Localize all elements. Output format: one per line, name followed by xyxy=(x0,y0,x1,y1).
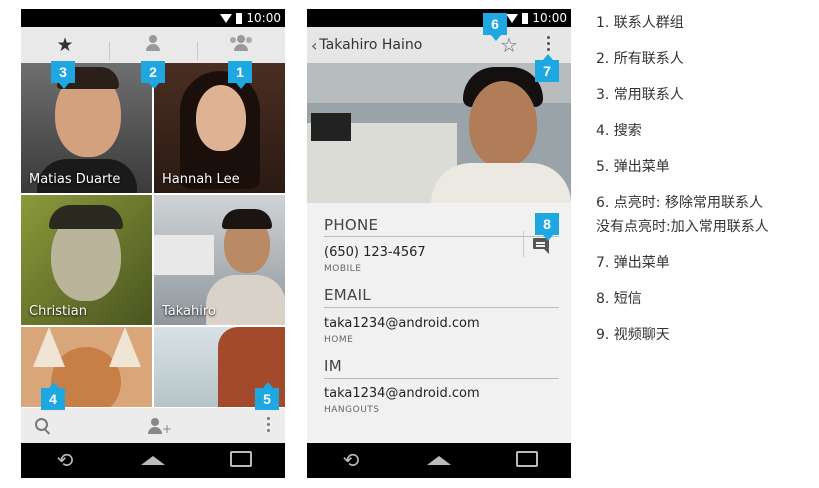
recents-nav-icon[interactable] xyxy=(221,443,261,478)
tab-bar: ★ xyxy=(21,27,285,63)
recents-nav-icon[interactable] xyxy=(507,443,547,478)
section-header-phone: PHONE xyxy=(324,216,379,234)
contact-photo xyxy=(196,85,246,151)
contact-photo-shirt xyxy=(206,275,285,325)
section-divider xyxy=(324,307,559,308)
person-icon xyxy=(146,35,160,51)
legend-item: 6. 点亮时: 移除常用联系人 xyxy=(596,195,763,211)
legend-item: 4. 搜索 xyxy=(596,123,642,139)
tab-divider xyxy=(197,42,198,60)
contact-tile[interactable]: Takahiro xyxy=(154,195,285,325)
phone-type: MOBILE xyxy=(324,264,362,274)
contact-photo-dog-ear xyxy=(109,327,141,367)
home-nav-icon[interactable] xyxy=(133,443,173,478)
tab-all-contacts[interactable] xyxy=(109,34,197,60)
contact-tile[interactable]: Christian xyxy=(21,195,152,325)
action-divider xyxy=(523,231,524,257)
section-header-im: IM xyxy=(324,357,342,375)
callout-badge-6: 6 xyxy=(483,13,507,41)
action-bar: ‹ Takahiro Haino ☆ xyxy=(307,27,571,63)
overflow-menu-icon[interactable] xyxy=(267,416,271,435)
legend-item: 5. 弹出菜单 xyxy=(596,159,670,175)
tab-groups[interactable] xyxy=(197,34,285,60)
callout-badge-5: 5 xyxy=(255,382,279,410)
group-icon xyxy=(230,35,252,51)
favorite-star-icon[interactable]: ☆ xyxy=(500,33,518,57)
wifi-icon xyxy=(220,14,233,23)
contact-tile[interactable]: Matias Duarte xyxy=(21,63,152,193)
email-type: HOME xyxy=(324,335,354,345)
tab-favorites[interactable]: ★ xyxy=(21,34,109,56)
status-bar: 10:00 xyxy=(307,9,571,27)
contact-photo-hair xyxy=(49,205,123,229)
callout-badge-8: 8 xyxy=(535,213,559,241)
im-address[interactable]: taka1234@android.com xyxy=(324,386,480,401)
phone-number[interactable]: (650) 123-4567 xyxy=(324,245,426,260)
section-header-email: EMAIL xyxy=(324,286,371,304)
legend-item: 3. 常用联系人 xyxy=(596,87,684,103)
legend-item: 没有点亮时:加入常用联系人 xyxy=(596,219,769,235)
legend-item: 1. 联系人群组 xyxy=(596,15,684,31)
im-type: HANGOUTS xyxy=(324,405,380,415)
contact-title: Takahiro Haino xyxy=(319,37,423,53)
overflow-menu-icon[interactable] xyxy=(547,36,551,54)
star-icon: ★ xyxy=(56,34,74,56)
wifi-icon xyxy=(506,14,519,23)
section-divider xyxy=(324,378,559,379)
status-bar: 10:00 xyxy=(21,9,285,27)
callout-badge-1: 1 xyxy=(228,61,252,89)
callout-badge-4: 4 xyxy=(41,382,65,410)
contact-name: Christian xyxy=(29,304,87,319)
contact-photo-bg xyxy=(154,235,214,275)
navigation-bar: ⟲ xyxy=(307,443,571,478)
callout-badge-2: 2 xyxy=(141,61,165,89)
photo-laptop xyxy=(311,113,351,141)
photo-shirt xyxy=(431,163,571,203)
phone-contact-detail: 10:00 ‹ Takahiro Haino ☆ PHONE (650) 123… xyxy=(307,9,571,478)
bottom-action-bar: + xyxy=(21,408,285,443)
back-chevron-icon[interactable]: ‹ xyxy=(307,36,317,55)
back-nav-icon[interactable]: ⟲ xyxy=(45,443,85,478)
contact-name: Matias Duarte xyxy=(29,172,121,187)
tab-divider xyxy=(109,42,110,60)
legend-item: 8. 短信 xyxy=(596,291,642,307)
contacts-grid: Matias Duarte Hannah Lee Christian Takah… xyxy=(21,63,285,408)
contact-photo-hair xyxy=(222,209,272,229)
photo-face xyxy=(469,81,537,167)
clock: 10:00 xyxy=(532,11,567,25)
battery-icon xyxy=(522,12,529,24)
contact-name: Takahiro xyxy=(162,304,216,319)
navigation-bar: ⟲ xyxy=(21,443,285,478)
legend-item: 7. 弹出菜单 xyxy=(596,255,670,271)
contact-photo-dog-ear xyxy=(33,327,65,367)
contact-details: PHONE (650) 123-4567 MOBILE EMAIL taka12… xyxy=(307,203,571,443)
callout-badge-7: 7 xyxy=(535,54,559,82)
battery-icon xyxy=(236,12,243,24)
legend-item: 9. 视频聊天 xyxy=(596,327,670,343)
contact-photo xyxy=(307,63,571,203)
legend-item: 2. 所有联系人 xyxy=(596,51,684,67)
email-address[interactable]: taka1234@android.com xyxy=(324,316,480,331)
add-contact-icon[interactable]: + xyxy=(148,417,172,436)
clock: 10:00 xyxy=(246,11,281,25)
callout-badge-3: 3 xyxy=(51,61,75,89)
contact-name: Hannah Lee xyxy=(162,172,240,187)
back-nav-icon[interactable]: ⟲ xyxy=(331,443,371,478)
contact-tile[interactable]: Hannah Lee xyxy=(154,63,285,193)
home-nav-icon[interactable] xyxy=(419,443,459,478)
sms-icon-tail xyxy=(544,249,549,254)
search-icon[interactable] xyxy=(35,417,51,435)
